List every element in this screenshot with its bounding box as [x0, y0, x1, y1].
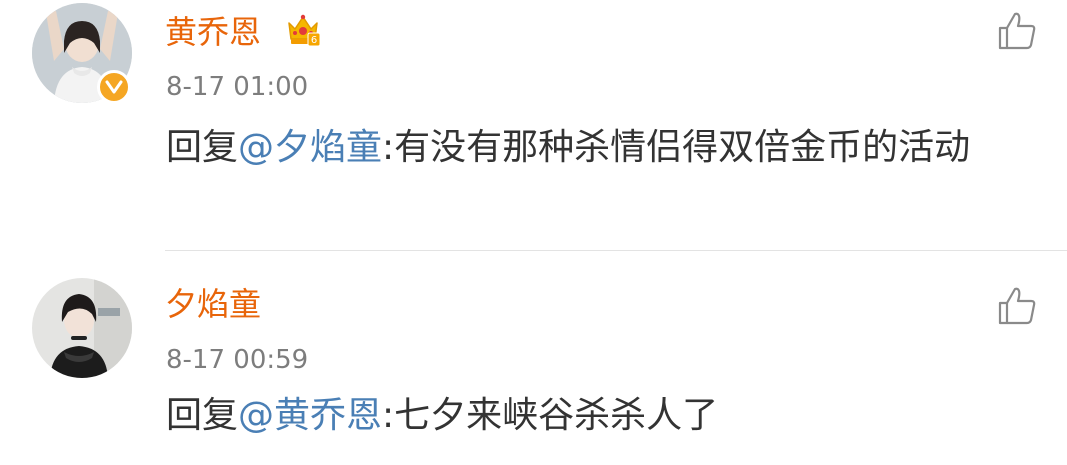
- comment-text: 回复@夕焰童:有没有那种杀情侣得双倍金币的活动: [166, 124, 1046, 172]
- comment-item: 黄乔恩 6 8-17 01:00 回复@夕焰童:有没有那种杀情侣得双倍金币的活动: [0, 0, 1067, 250]
- username[interactable]: 夕焰童: [165, 284, 261, 324]
- reply-separator: :: [382, 127, 395, 168]
- verified-badge-icon: [97, 70, 131, 104]
- comment-body: 有没有那种杀情侣得双倍金币的活动: [394, 127, 971, 168]
- comment-body: 七夕来峡谷杀杀人了: [394, 395, 719, 436]
- reply-separator: :: [382, 395, 395, 436]
- comment-item: 夕焰童 8-17 00:59 回复@黄乔恩:七夕来峡谷杀杀人了: [0, 251, 1067, 465]
- like-button[interactable]: [996, 10, 1038, 52]
- comment-timestamp: 8-17 01:00: [166, 72, 309, 102]
- svg-text:6: 6: [311, 35, 317, 46]
- comment-text: 回复@黄乔恩:七夕来峡谷杀杀人了: [166, 392, 1046, 440]
- avatar[interactable]: [32, 278, 132, 378]
- mention-link[interactable]: @夕焰童: [238, 127, 382, 168]
- vip-crown-icon[interactable]: 6: [283, 9, 323, 49]
- avatar-photo: [32, 278, 132, 378]
- mention-link[interactable]: @黄乔恩: [238, 395, 382, 436]
- like-button[interactable]: [996, 285, 1038, 327]
- thumbs-up-icon: [998, 12, 1036, 50]
- comment-timestamp: 8-17 00:59: [166, 345, 309, 375]
- username[interactable]: 黄乔恩: [165, 12, 261, 52]
- reply-prefix: 回复: [166, 395, 239, 436]
- thumbs-up-icon: [998, 287, 1036, 325]
- reply-prefix: 回复: [166, 127, 239, 168]
